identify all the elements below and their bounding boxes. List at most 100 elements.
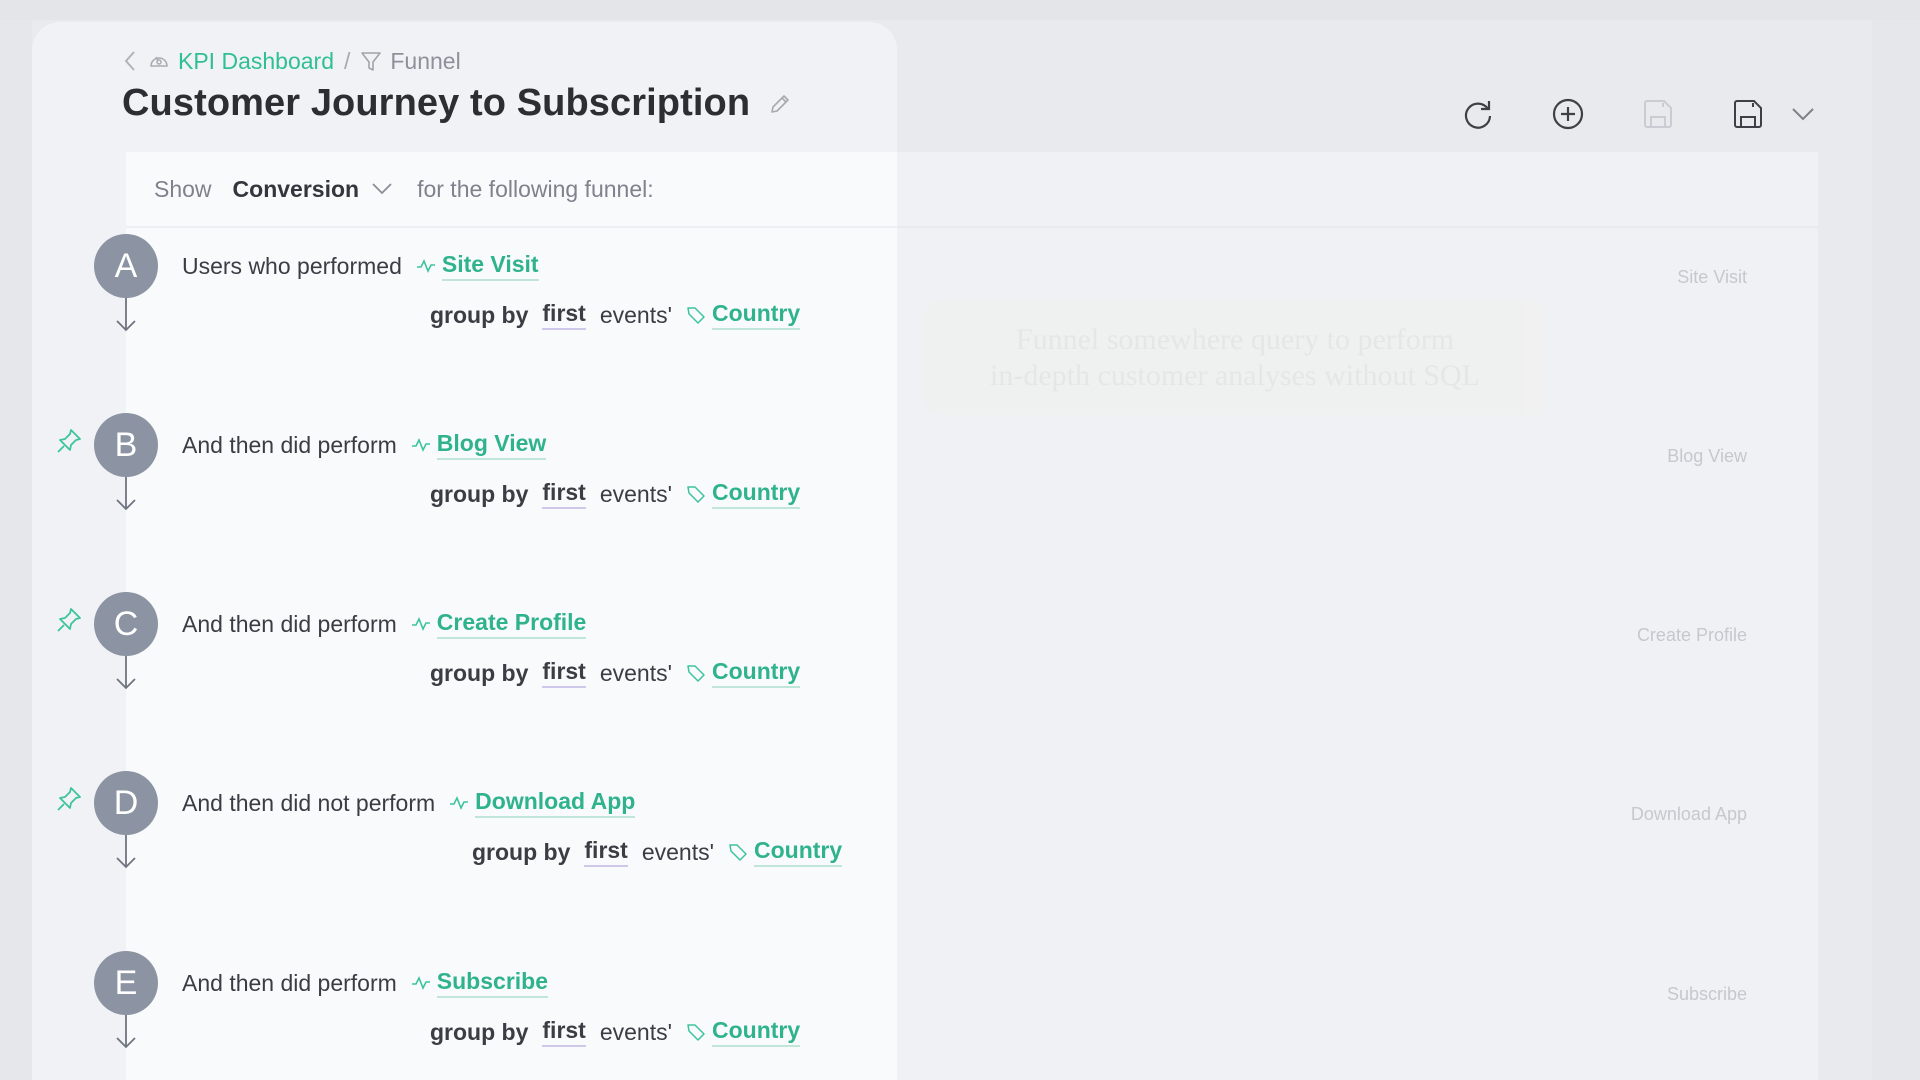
chart-step-label: Blog View bbox=[1667, 446, 1747, 466]
events-label: events' bbox=[599, 301, 672, 328]
metric-dropdown[interactable]: Conversion bbox=[233, 176, 394, 203]
show-label: Show bbox=[154, 175, 212, 202]
step-groupby-row: group by first events' Country bbox=[430, 479, 801, 509]
header-area bbox=[880, 20, 1872, 150]
tag-icon bbox=[686, 484, 706, 504]
tag-icon bbox=[686, 1022, 706, 1042]
tag-icon bbox=[686, 305, 706, 325]
save-icon bbox=[1644, 100, 1672, 128]
step-event-row: And then did not perform Download App bbox=[182, 788, 636, 818]
event-selector[interactable]: Subscribe bbox=[436, 968, 549, 998]
step-badge[interactable]: C bbox=[94, 592, 158, 656]
gauge-icon bbox=[148, 50, 170, 72]
property-selector[interactable]: Country bbox=[754, 837, 843, 867]
property-selector[interactable]: Country bbox=[712, 479, 801, 509]
pin-icon[interactable] bbox=[54, 784, 84, 814]
funnel-icon bbox=[360, 50, 382, 72]
step-prefix: And then did perform bbox=[182, 431, 397, 458]
save-button[interactable] bbox=[1728, 94, 1768, 134]
chart-step-label: Site Visit bbox=[1677, 267, 1747, 287]
step-event-row: And then did perform Create Profile bbox=[182, 609, 587, 639]
pin-icon[interactable] bbox=[54, 605, 84, 635]
step-prefix: And then did perform bbox=[182, 969, 397, 996]
ghost-tooltip: Funnel somewhere query to perform in-dep… bbox=[925, 300, 1545, 415]
step-badge[interactable]: B bbox=[94, 413, 158, 477]
refresh-button[interactable] bbox=[1458, 94, 1498, 134]
top-strip bbox=[0, 0, 1920, 20]
step-prefix: And then did not perform bbox=[182, 789, 436, 816]
plus-circle-icon bbox=[1552, 98, 1584, 130]
chart-step-label: Subscribe bbox=[1666, 984, 1747, 1004]
step-prefix: Users who performed bbox=[182, 252, 402, 279]
arrow-down-icon bbox=[116, 835, 136, 869]
chevron-left-icon[interactable] bbox=[124, 47, 140, 75]
tag-icon bbox=[728, 842, 748, 862]
property-selector[interactable]: Country bbox=[712, 300, 801, 330]
aggregation-selector[interactable]: first bbox=[542, 1017, 586, 1047]
metric-value: Conversion bbox=[232, 175, 360, 202]
arrow-down-icon bbox=[116, 1015, 136, 1049]
activity-icon bbox=[411, 435, 431, 455]
step-groupby-row: group by first events' Country bbox=[430, 658, 801, 688]
step-badge[interactable]: E bbox=[94, 951, 158, 1015]
group-by-label: group by bbox=[430, 301, 529, 328]
aggregation-selector[interactable]: first bbox=[584, 837, 628, 867]
tag-icon bbox=[686, 663, 706, 683]
step-badge[interactable]: D bbox=[94, 771, 158, 835]
step-event-row: And then did perform Subscribe bbox=[182, 968, 549, 998]
group-by-label: group by bbox=[430, 659, 529, 686]
breadcrumb: KPI Dashboard / Funnel bbox=[124, 47, 461, 75]
group-by-label: group by bbox=[472, 838, 571, 865]
step-event-row: And then did perform Blog View bbox=[182, 430, 547, 460]
step-prefix: And then did perform bbox=[182, 610, 397, 637]
step-badge[interactable]: A bbox=[94, 234, 158, 298]
events-label: events' bbox=[599, 1018, 672, 1045]
chevron-down-icon bbox=[371, 182, 393, 196]
arrow-down-icon bbox=[116, 656, 136, 690]
event-selector[interactable]: Create Profile bbox=[436, 609, 587, 639]
funnel-suffix: for the following funnel: bbox=[417, 175, 654, 202]
activity-icon bbox=[411, 614, 431, 634]
step-event-row: Users who performed Site Visit bbox=[182, 251, 539, 281]
chart-step-label: Download App bbox=[1630, 804, 1747, 824]
step-groupby-row: group by first events' Country bbox=[472, 837, 843, 867]
aggregation-selector[interactable]: first bbox=[542, 300, 586, 330]
add-button[interactable] bbox=[1548, 94, 1588, 134]
group-by-label: group by bbox=[430, 480, 529, 507]
step-groupby-row: group by first events' Country bbox=[430, 300, 801, 330]
step-groupby-row: group by first events' Country bbox=[430, 1017, 801, 1047]
activity-icon bbox=[449, 793, 469, 813]
event-selector[interactable]: Blog View bbox=[436, 430, 547, 460]
events-label: events' bbox=[599, 480, 672, 507]
activity-icon bbox=[416, 256, 436, 276]
ghost-tooltip-line1: Funnel somewhere query to perform bbox=[1015, 322, 1455, 356]
chart-step-label: Create Profile bbox=[1636, 625, 1747, 645]
breadcrumb-kpi-dashboard[interactable]: KPI Dashboard bbox=[178, 48, 334, 75]
query-header: Show Conversion for the following funnel… bbox=[154, 174, 654, 204]
group-by-label: group by bbox=[430, 1018, 529, 1045]
property-selector[interactable]: Country bbox=[712, 1017, 801, 1047]
save-options-dropdown[interactable] bbox=[1783, 94, 1823, 134]
breadcrumb-current: Funnel bbox=[390, 47, 461, 74]
events-label: events' bbox=[599, 659, 672, 686]
events-label: events' bbox=[641, 838, 714, 865]
pencil-icon[interactable] bbox=[768, 91, 794, 117]
save-icon bbox=[1734, 100, 1762, 128]
page-title: Customer Journey to Subscription bbox=[122, 82, 751, 124]
event-selector[interactable]: Site Visit bbox=[441, 251, 539, 281]
ghost-tooltip-line2: in-depth customer analyses without SQL bbox=[990, 358, 1480, 392]
divider bbox=[126, 226, 897, 228]
chevron-down-icon bbox=[1792, 108, 1814, 121]
aggregation-selector[interactable]: first bbox=[542, 479, 586, 509]
aggregation-selector[interactable]: first bbox=[542, 658, 586, 688]
breadcrumb-separator: / bbox=[343, 47, 351, 74]
save-button-disabled[interactable] bbox=[1638, 94, 1678, 134]
property-selector[interactable]: Country bbox=[712, 658, 801, 688]
pin-icon[interactable] bbox=[54, 426, 84, 456]
refresh-icon bbox=[1464, 101, 1492, 129]
title-row: Customer Journey to Subscription bbox=[122, 82, 794, 125]
activity-icon bbox=[411, 973, 431, 993]
arrow-down-icon bbox=[116, 298, 136, 332]
event-selector[interactable]: Download App bbox=[475, 788, 636, 818]
arrow-down-icon bbox=[116, 477, 136, 511]
